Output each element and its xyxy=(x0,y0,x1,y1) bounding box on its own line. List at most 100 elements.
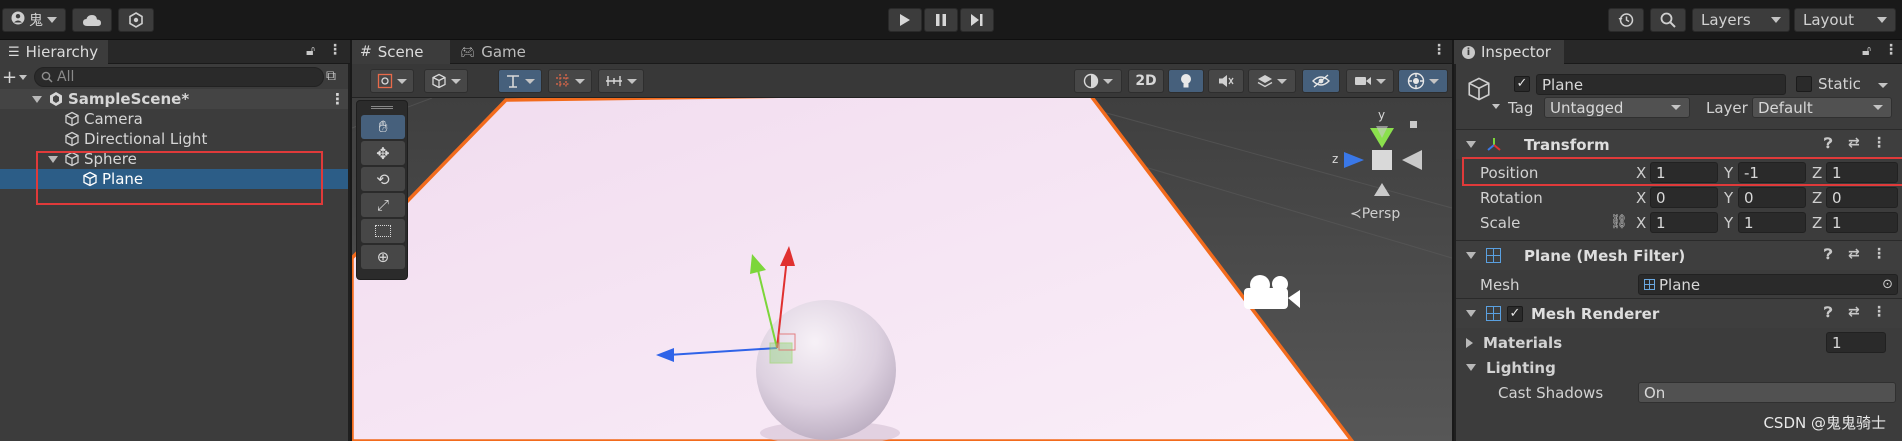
video-camera-icon xyxy=(1355,77,1371,85)
more-menu-icon[interactable]: ⋮ xyxy=(1872,246,1886,262)
tab-inspector[interactable]: i Inspector xyxy=(1454,40,1564,64)
tag-label: Tag xyxy=(1508,99,1534,117)
history-button[interactable] xyxy=(1608,8,1644,32)
collab-button[interactable] xyxy=(118,8,154,32)
tab-scene[interactable]: # Scene xyxy=(352,40,450,64)
tab-game[interactable]: 🎮︎ Game xyxy=(452,40,542,64)
transform-header[interactable]: Transform ❓︎ ⇄ ⋮ xyxy=(1456,129,1902,159)
mesh-object-field[interactable]: Plane ⊙ xyxy=(1638,274,1898,295)
render-mode-dropdown[interactable] xyxy=(1074,69,1122,93)
position-y-input[interactable]: -1 xyxy=(1738,162,1806,183)
lock-icon[interactable]: 🔓︎ xyxy=(1862,43,1871,59)
more-menu-icon[interactable]: ⋮ xyxy=(1884,42,1898,58)
scale-z-input[interactable]: 1 xyxy=(1826,212,1898,233)
pause-button[interactable] xyxy=(924,8,958,32)
toggle-2d-button[interactable]: 2D xyxy=(1128,69,1164,93)
rect-tool-button[interactable] xyxy=(361,219,405,243)
scene-viewport[interactable]: y z ≺Persp ✋︎ ✥ ⟲ ⤢ ⊕ xyxy=(352,98,1452,441)
chevron-down-icon[interactable] xyxy=(1878,83,1888,88)
list-item[interactable]: SampleScene* ⋮ xyxy=(0,89,348,109)
presets-icon[interactable]: ⇄ xyxy=(1848,135,1860,151)
rotation-x-input[interactable]: 0 xyxy=(1650,187,1718,208)
static-checkbox[interactable] xyxy=(1796,76,1812,92)
layer-value: Default xyxy=(1758,98,1813,117)
help-icon[interactable]: ❓︎ xyxy=(1824,247,1832,263)
materials-row[interactable]: Materials 1 xyxy=(1456,330,1902,355)
more-menu-icon[interactable]: ⋮ xyxy=(328,42,342,58)
account-dropdown[interactable]: 鬼 xyxy=(2,8,66,32)
scale-y-input[interactable]: 1 xyxy=(1738,212,1806,233)
scale-x-input[interactable]: 1 xyxy=(1650,212,1718,233)
list-item[interactable]: Camera xyxy=(0,109,348,129)
effects-dropdown[interactable] xyxy=(1248,69,1296,93)
increment-snap-dropdown[interactable] xyxy=(598,69,644,93)
cloud-button[interactable] xyxy=(72,8,112,32)
tag-dropdown[interactable]: Untagged xyxy=(1544,97,1690,118)
shading-dropdown[interactable] xyxy=(424,69,468,93)
layers-dropdown[interactable]: Layers xyxy=(1692,8,1790,32)
mesh-renderer-header[interactable]: ✓ Mesh Renderer ❓︎ ⇄ ⋮ xyxy=(1456,298,1902,328)
expand-arrow-icon[interactable] xyxy=(48,155,58,163)
more-menu-icon[interactable]: ⋮ xyxy=(1872,304,1886,320)
help-icon[interactable]: ❓︎ xyxy=(1824,136,1832,152)
chevron-down-icon[interactable] xyxy=(1492,104,1500,109)
chevron-down-icon xyxy=(1671,105,1681,110)
create-button[interactable]: + xyxy=(0,66,30,88)
draw-mode-dropdown[interactable] xyxy=(370,69,414,93)
transform-tool-button[interactable]: ⊕ xyxy=(361,245,405,269)
scene-toolbar: 2D xyxy=(352,64,1452,98)
drag-handle[interactable] xyxy=(371,106,393,109)
move-tool-button[interactable]: ✥ xyxy=(361,141,405,165)
link-off-icon[interactable]: ⛓︎ xyxy=(1610,214,1628,230)
grid-snap-dropdown[interactable] xyxy=(548,69,592,93)
layers-icon xyxy=(1257,75,1273,88)
presets-icon[interactable]: ⇄ xyxy=(1848,246,1860,262)
collab-icon xyxy=(129,12,143,28)
materials-size-input[interactable]: 1 xyxy=(1826,332,1886,353)
hand-tool-button[interactable]: ✋︎ xyxy=(361,115,405,139)
list-item-label: Plane xyxy=(102,170,144,188)
step-button[interactable] xyxy=(960,8,994,32)
scale-tool-button[interactable]: ⤢ xyxy=(361,193,405,217)
list-item[interactable]: Sphere xyxy=(0,149,348,169)
step-icon xyxy=(971,14,983,26)
hierarchy-search-input[interactable]: All xyxy=(34,67,324,87)
lighting-row[interactable]: Lighting xyxy=(1456,355,1902,380)
lighting-toggle[interactable] xyxy=(1168,69,1204,93)
filter-icon[interactable]: ⧉ xyxy=(326,68,336,84)
lock-icon[interactable]: 🔓︎ xyxy=(306,43,315,59)
list-item-selected[interactable]: Plane xyxy=(0,169,348,189)
expand-arrow-icon[interactable] xyxy=(32,95,42,103)
gizmos-dropdown[interactable] xyxy=(1398,69,1448,93)
search-button[interactable] xyxy=(1650,8,1686,32)
more-menu-icon[interactable]: ⋮ xyxy=(1432,42,1446,58)
position-y-value: -1 xyxy=(1744,163,1759,182)
rotation-y-input[interactable]: 0 xyxy=(1738,187,1806,208)
more-menu-icon[interactable]: ⋮ xyxy=(1872,135,1886,151)
more-menu-icon[interactable]: ⋮ xyxy=(330,90,345,108)
cast-shadows-dropdown[interactable]: On xyxy=(1638,382,1896,403)
layer-dropdown[interactable]: Default xyxy=(1752,97,1892,118)
rotation-z-input[interactable]: 0 xyxy=(1826,187,1898,208)
list-item[interactable]: Directional Light xyxy=(0,129,348,149)
rotate-tool-button[interactable]: ⟲ xyxy=(361,167,405,191)
layout-dropdown[interactable]: Layout xyxy=(1794,8,1896,32)
audio-toggle[interactable] xyxy=(1208,69,1244,93)
scene-visibility-toggle[interactable] xyxy=(1302,69,1340,93)
camera-settings-dropdown[interactable] xyxy=(1346,69,1394,93)
pivot-dropdown[interactable] xyxy=(498,69,542,93)
presets-icon[interactable]: ⇄ xyxy=(1848,304,1860,320)
tab-hierarchy[interactable]: ☰ Hierarchy xyxy=(0,40,108,64)
perspective-toggle[interactable]: ≺Persp xyxy=(1350,206,1400,222)
gizmo-z-label: z xyxy=(1332,152,1339,166)
mesh-filter-header[interactable]: Plane (Mesh Filter) ❓︎ ⇄ ⋮ xyxy=(1456,240,1902,270)
position-x-input[interactable]: 1 xyxy=(1650,162,1718,183)
position-z-input[interactable]: 1 xyxy=(1826,162,1898,183)
object-picker-icon[interactable]: ⊙ xyxy=(1882,277,1893,292)
mesh-renderer-enabled-checkbox[interactable]: ✓ xyxy=(1507,305,1523,322)
play-button[interactable] xyxy=(888,8,922,32)
rotation-row: Rotation X 0 Y 0 Z 0 xyxy=(1456,185,1902,210)
active-checkbox[interactable]: ✓ xyxy=(1514,76,1530,92)
help-icon[interactable]: ❓︎ xyxy=(1824,305,1832,321)
object-name-input[interactable]: Plane xyxy=(1536,74,1786,95)
